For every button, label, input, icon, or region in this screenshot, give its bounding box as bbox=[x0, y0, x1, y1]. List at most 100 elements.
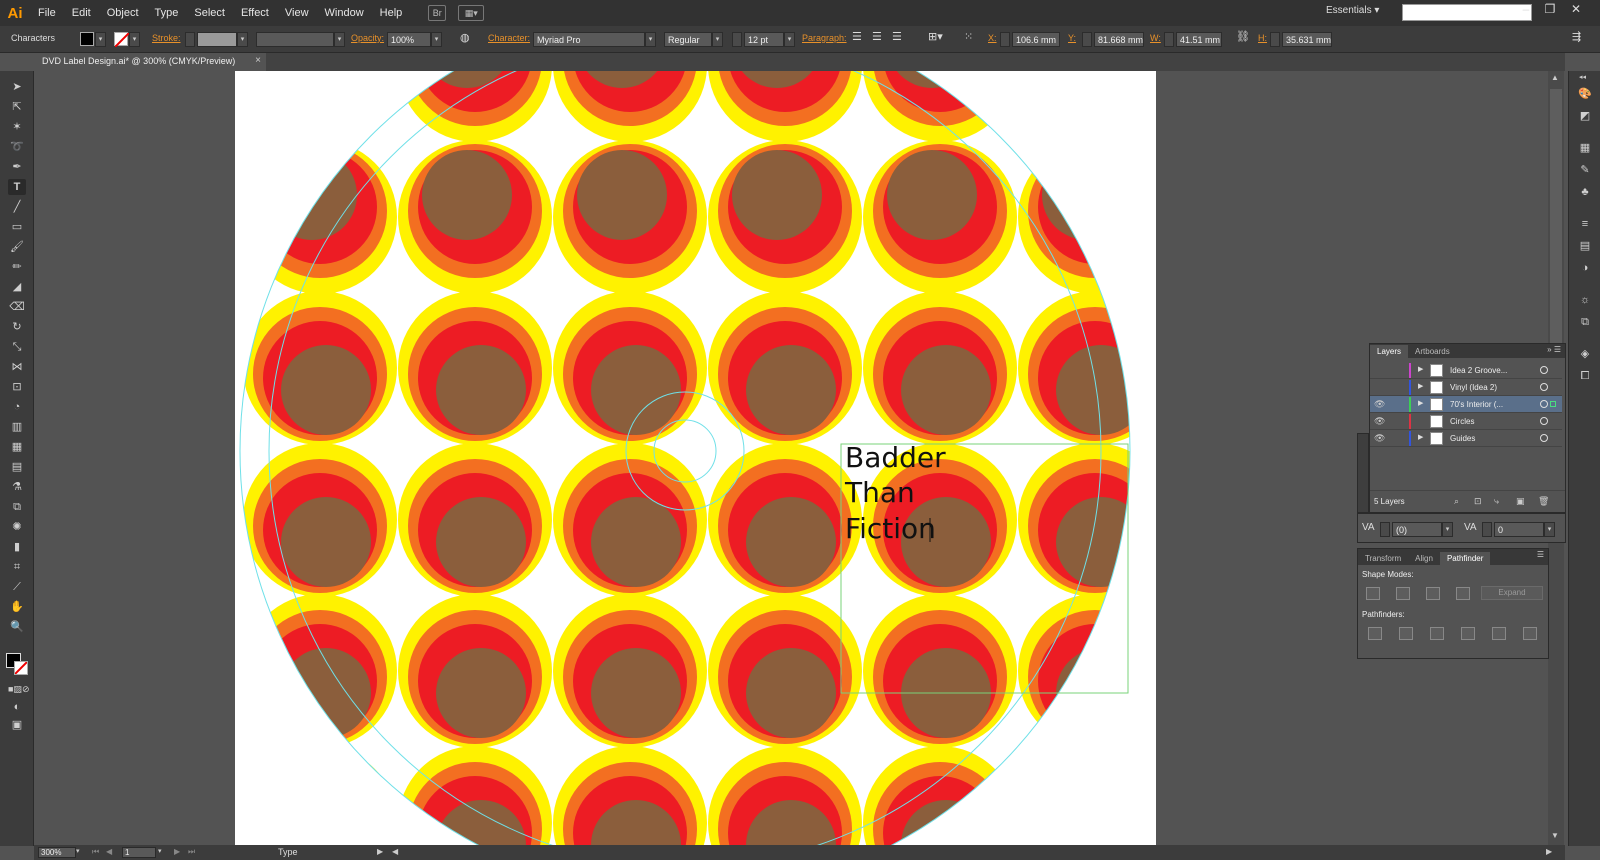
merge-icon[interactable] bbox=[1430, 627, 1444, 640]
gradient-tool-icon[interactable]: ▤ bbox=[8, 459, 26, 475]
layers-panel-icon[interactable]: ◈ bbox=[1577, 347, 1593, 361]
control-panel-menu-icon[interactable]: ⇶ bbox=[1572, 30, 1581, 43]
layer-name[interactable]: Circles bbox=[1450, 417, 1474, 426]
shape-builder-tool-icon[interactable]: ◔ bbox=[8, 399, 26, 415]
collapse-dock-icon[interactable]: ◂◂ bbox=[1579, 73, 1586, 81]
direct-selection-tool-icon[interactable]: ⇱ bbox=[8, 99, 26, 115]
restore-button[interactable]: ❐ bbox=[1540, 2, 1560, 18]
menu-object[interactable]: Object bbox=[99, 0, 147, 26]
h-input[interactable]: 35.631 mm bbox=[1282, 32, 1332, 47]
zoom-level-select[interactable]: 300% bbox=[38, 847, 76, 858]
headline-line-2[interactable]: Than bbox=[844, 476, 915, 509]
delete-layer-icon[interactable]: 🗑 bbox=[1538, 496, 1549, 507]
stroke-dropdown[interactable]: ▾ bbox=[129, 32, 140, 47]
menu-select[interactable]: Select bbox=[186, 0, 233, 26]
y-label[interactable]: Y: bbox=[1068, 33, 1076, 43]
minus-back-icon[interactable] bbox=[1523, 627, 1537, 640]
artboard-number-select[interactable]: 1 bbox=[122, 847, 156, 858]
expand-triangle-icon[interactable]: ▶ bbox=[1418, 399, 1423, 407]
menu-edit[interactable]: Edit bbox=[64, 0, 99, 26]
align-right-icon[interactable]: ☰ bbox=[892, 30, 902, 43]
panel-menu-icon[interactable]: » ☰ bbox=[1547, 345, 1561, 354]
w-stepper[interactable] bbox=[1164, 32, 1174, 47]
x-label[interactable]: X: bbox=[988, 33, 997, 43]
slice-tool-icon[interactable]: ⟋ bbox=[8, 579, 26, 595]
visibility-eye-icon[interactable]: 👁 bbox=[1374, 416, 1386, 427]
eraser-tool-icon[interactable]: ⌫ bbox=[8, 299, 26, 315]
font-family-select[interactable]: Myriad Pro bbox=[533, 32, 645, 47]
appearance-panel-icon[interactable]: ☼ bbox=[1577, 293, 1593, 307]
font-size-input[interactable]: 12 pt bbox=[744, 32, 784, 47]
reference-point-icon[interactable]: ⊞▾ bbox=[928, 30, 943, 43]
headline-line-1[interactable]: Badder bbox=[845, 441, 946, 474]
menu-effect[interactable]: Effect bbox=[233, 0, 277, 26]
column-graph-tool-icon[interactable]: ▮ bbox=[8, 539, 26, 555]
layer-name[interactable]: 70's Interior (... bbox=[1450, 400, 1503, 409]
layer-target-icon[interactable] bbox=[1540, 417, 1548, 425]
status-menu-icon[interactable]: ▶ bbox=[377, 847, 383, 856]
font-size-stepper[interactable] bbox=[732, 32, 742, 47]
vertical-scroll-thumb[interactable] bbox=[1550, 89, 1562, 359]
layer-row[interactable]: ▶ Vinyl (Idea 2) bbox=[1370, 379, 1562, 396]
font-size-dropdown[interactable]: ▾ bbox=[784, 32, 795, 47]
artboard[interactable]: Badder Than Fiction bbox=[235, 71, 1156, 845]
pen-tool-icon[interactable]: ✒ bbox=[8, 159, 26, 175]
h-label[interactable]: H: bbox=[1258, 33, 1267, 43]
expand-button[interactable]: Expand bbox=[1481, 586, 1543, 600]
minimize-button[interactable]: – bbox=[1516, 2, 1536, 18]
stroke-color-icon[interactable] bbox=[14, 661, 28, 675]
kerning-input[interactable]: (0) bbox=[1392, 522, 1442, 537]
close-tab-icon[interactable]: × bbox=[255, 55, 261, 66]
screen-mode-icon[interactable]: ▣ bbox=[8, 717, 26, 733]
new-layer-icon[interactable]: ▣ bbox=[1516, 496, 1525, 507]
menu-window[interactable]: Window bbox=[317, 0, 372, 26]
close-window-button[interactable]: ✕ bbox=[1566, 2, 1586, 18]
stroke-weight-input[interactable] bbox=[197, 32, 237, 47]
paragraph-label[interactable]: Paragraph: bbox=[802, 33, 847, 43]
current-tool-status[interactable]: Type bbox=[278, 847, 298, 857]
symbols-panel-icon[interactable]: ♣ bbox=[1577, 185, 1593, 199]
graphic-styles-panel-icon[interactable]: ⧉ bbox=[1577, 315, 1593, 329]
rotate-tool-icon[interactable]: ↻ bbox=[8, 319, 26, 335]
visibility-eye-icon[interactable]: 👁 bbox=[1374, 433, 1386, 444]
scale-tool-icon[interactable]: ⤡ bbox=[8, 339, 26, 355]
recolor-artwork-icon[interactable]: ◍ bbox=[460, 31, 470, 44]
blend-tool-icon[interactable]: ⧉ bbox=[8, 499, 26, 515]
mesh-tool-icon[interactable]: ▦ bbox=[8, 439, 26, 455]
artboards-panel-icon[interactable]: ⧠ bbox=[1577, 369, 1593, 383]
fill-swatch[interactable] bbox=[80, 32, 94, 46]
blob-brush-tool-icon[interactable]: ◢ bbox=[8, 279, 26, 295]
workspace-switcher[interactable]: Essentials ▾ bbox=[1326, 5, 1379, 16]
color-panel-icon[interactable]: 🎨 bbox=[1577, 87, 1593, 101]
constrain-proportions-icon[interactable]: ⛓ bbox=[1236, 30, 1250, 43]
unite-icon[interactable] bbox=[1366, 587, 1380, 600]
align-left-icon[interactable]: ☰ bbox=[852, 30, 862, 43]
outline-icon[interactable] bbox=[1492, 627, 1506, 640]
layer-row[interactable]: 👁 ▶ 70's Interior (... bbox=[1370, 396, 1562, 413]
scroll-up-icon[interactable]: ▲ bbox=[1551, 73, 1559, 82]
rectangle-tool-icon[interactable]: ▭ bbox=[8, 219, 26, 235]
w-label[interactable]: W: bbox=[1150, 33, 1161, 43]
paintbrush-tool-icon[interactable]: 🖌 bbox=[8, 239, 26, 255]
transparency-panel-icon[interactable]: ◑ bbox=[1577, 261, 1593, 275]
scroll-right-icon[interactable]: ▶ bbox=[1546, 847, 1552, 856]
expand-triangle-icon[interactable]: ▶ bbox=[1418, 433, 1423, 441]
first-artboard-icon[interactable]: ⏮ bbox=[92, 847, 99, 857]
visibility-eye-icon[interactable]: 👁 bbox=[1374, 399, 1386, 410]
menu-type[interactable]: Type bbox=[147, 0, 187, 26]
menu-view[interactable]: View bbox=[277, 0, 317, 26]
h-stepper[interactable] bbox=[1270, 32, 1280, 47]
brushes-panel-icon[interactable]: ✎ bbox=[1577, 163, 1593, 177]
align-center-icon[interactable]: ☰ bbox=[872, 30, 882, 43]
eyedropper-tool-icon[interactable]: ⚗ bbox=[8, 479, 26, 495]
font-family-dropdown[interactable]: ▾ bbox=[645, 32, 656, 47]
variable-width-profile[interactable] bbox=[256, 32, 334, 47]
type-tool-icon[interactable]: T bbox=[8, 179, 26, 195]
perspective-grid-tool-icon[interactable]: ▥ bbox=[8, 419, 26, 435]
stroke-swatch[interactable] bbox=[114, 32, 130, 48]
symbol-sprayer-tool-icon[interactable]: ✺ bbox=[8, 519, 26, 535]
magic-wand-tool-icon[interactable]: ✶ bbox=[8, 119, 26, 135]
minus-front-icon[interactable] bbox=[1396, 587, 1410, 600]
panel-menu-icon[interactable]: ☰ bbox=[1537, 550, 1544, 559]
opacity-label[interactable]: Opacity: bbox=[351, 33, 384, 43]
